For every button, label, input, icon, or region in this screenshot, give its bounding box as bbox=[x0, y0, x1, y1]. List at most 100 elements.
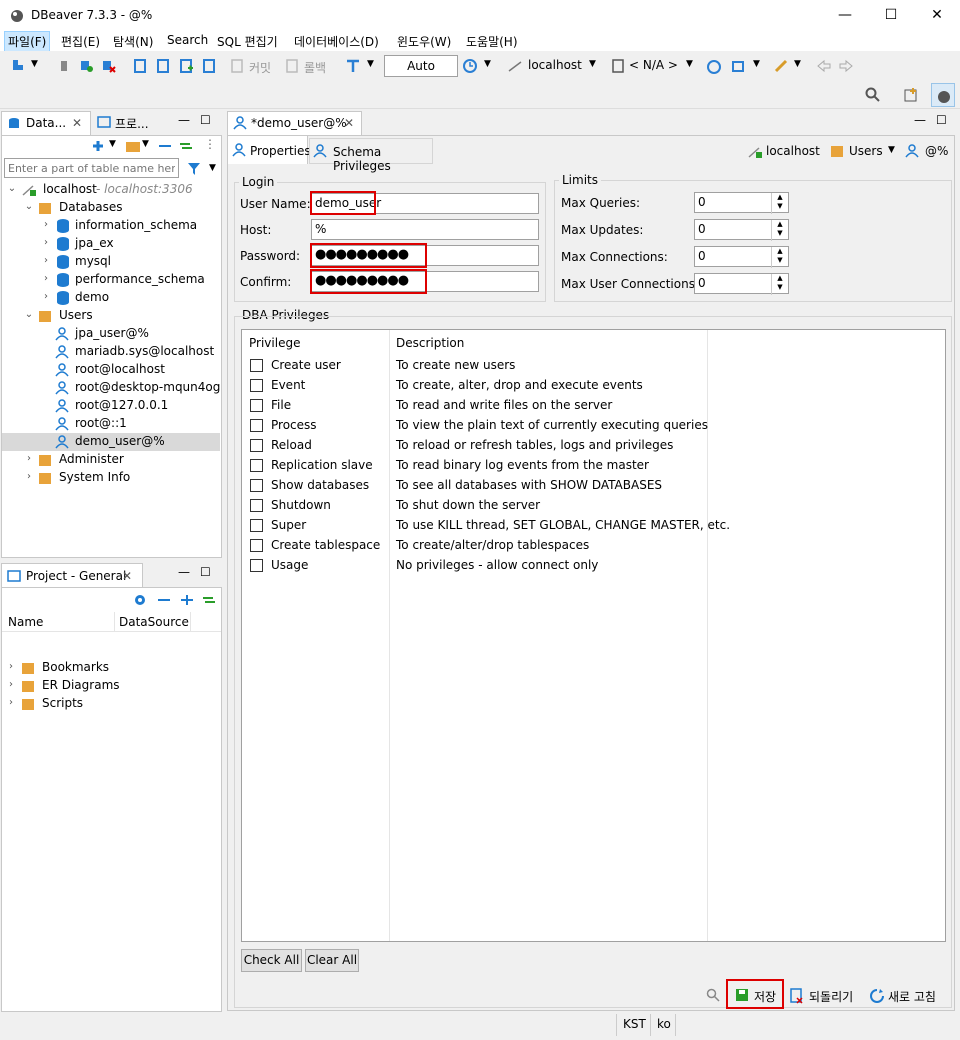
breadcrumb-connection[interactable]: localhost bbox=[766, 144, 820, 158]
settings-icon[interactable] bbox=[132, 592, 148, 608]
active-schema-selector[interactable]: < N/A > bbox=[629, 58, 678, 72]
save-button[interactable]: 저장 bbox=[726, 979, 784, 1009]
collapse-all-icon[interactable] bbox=[157, 138, 173, 154]
privilege-checkbox[interactable] bbox=[250, 539, 263, 552]
tree-user-item[interactable]: jpa_user@% bbox=[2, 325, 220, 343]
collapse-all-icon[interactable] bbox=[156, 592, 172, 608]
column-name-header[interactable]: Name bbox=[8, 615, 43, 629]
tree-user-item[interactable]: demo_user@% bbox=[2, 433, 220, 451]
limit-spinner[interactable]: 0 ▲ ▼ bbox=[694, 246, 789, 268]
dropdown-arrow-icon[interactable]: ▼ bbox=[142, 139, 149, 149]
commit-label[interactable]: 커밋 bbox=[249, 59, 271, 76]
chevron-right-icon[interactable]: › bbox=[6, 679, 16, 690]
tree-user-item[interactable]: root@localhost bbox=[2, 361, 220, 379]
close-icon[interactable]: ✕ bbox=[344, 116, 354, 130]
refresh-icon[interactable] bbox=[869, 988, 885, 1004]
new-connection-icon[interactable] bbox=[10, 58, 26, 74]
maximize-icon[interactable]: ☐ bbox=[200, 113, 211, 127]
new-folder-icon[interactable] bbox=[125, 138, 141, 154]
history-icon[interactable] bbox=[462, 58, 478, 74]
disconnect-icon[interactable] bbox=[100, 58, 116, 74]
reconnect-icon[interactable] bbox=[78, 58, 94, 74]
column-description-header[interactable]: Description bbox=[396, 336, 464, 350]
project-item[interactable]: › Scripts bbox=[2, 695, 220, 713]
chevron-right-icon[interactable]: › bbox=[41, 255, 51, 266]
transaction-mode-icon[interactable] bbox=[345, 58, 361, 74]
chevron-right-icon[interactable]: › bbox=[6, 697, 16, 708]
back-icon[interactable] bbox=[816, 58, 832, 74]
tab-properties[interactable]: Properties bbox=[228, 136, 311, 164]
tab-project[interactable]: 프로... bbox=[94, 111, 162, 135]
privilege-checkbox[interactable] bbox=[250, 459, 263, 472]
link-editor-icon[interactable] bbox=[178, 138, 194, 154]
tree-localhost[interactable]: ⌄ localhost - localhost:3306 bbox=[2, 181, 220, 199]
spinner-arrows-icon[interactable]: ▲ ▼ bbox=[771, 220, 788, 241]
tree-user-item[interactable]: root@127.0.0.1 bbox=[2, 397, 220, 415]
privilege-checkbox[interactable] bbox=[250, 559, 263, 572]
dropdown-arrow-icon[interactable]: ▼ bbox=[209, 163, 216, 173]
tree-database-item[interactable]: › demo bbox=[2, 289, 220, 307]
project-item[interactable]: › Bookmarks bbox=[2, 659, 220, 677]
host-field[interactable]: % bbox=[311, 219, 539, 240]
filter-icon[interactable] bbox=[186, 161, 202, 177]
chevron-right-icon[interactable]: › bbox=[24, 453, 34, 464]
chevron-down-icon[interactable]: ⌄ bbox=[7, 183, 17, 194]
open-script-icon[interactable] bbox=[201, 58, 217, 74]
dashboard-icon[interactable] bbox=[706, 58, 722, 74]
tools-icon[interactable] bbox=[730, 58, 746, 74]
dropdown-arrow-icon[interactable]: ▼ bbox=[686, 59, 693, 69]
transaction-icon[interactable] bbox=[132, 58, 148, 74]
commit-mode-button[interactable]: Auto bbox=[384, 55, 458, 77]
spinner-arrows-icon[interactable]: ▲ ▼ bbox=[771, 274, 788, 295]
refresh-button[interactable]: 새로 고침 bbox=[888, 988, 936, 1005]
tab-database-navigator[interactable]: Data... ✕ bbox=[1, 111, 91, 135]
close-icon[interactable]: ✕ bbox=[72, 116, 82, 130]
privilege-checkbox[interactable] bbox=[250, 439, 263, 452]
privilege-checkbox[interactable] bbox=[250, 359, 263, 372]
dropdown-arrow-icon[interactable]: ▼ bbox=[753, 59, 760, 69]
chevron-right-icon[interactable]: › bbox=[41, 273, 51, 284]
forward-icon[interactable] bbox=[838, 58, 854, 74]
column-privilege-header[interactable]: Privilege bbox=[249, 336, 300, 350]
breadcrumb-users[interactable]: Users bbox=[849, 144, 883, 158]
privilege-checkbox[interactable] bbox=[250, 519, 263, 532]
chevron-down-icon[interactable]: ⌄ bbox=[24, 201, 34, 212]
limit-spinner[interactable]: 0 ▲ ▼ bbox=[694, 219, 789, 241]
new-connection-icon[interactable] bbox=[90, 138, 106, 154]
privilege-checkbox[interactable] bbox=[250, 499, 263, 512]
tree-user-item[interactable]: root@desktop-mqun4og bbox=[2, 379, 220, 397]
maximize-icon[interactable]: ☐ bbox=[936, 113, 947, 127]
revert-button[interactable]: 되돌리기 bbox=[809, 988, 853, 1005]
tree-databases[interactable]: ⌄ Databases bbox=[2, 199, 220, 217]
dropdown-arrow-icon[interactable]: ▼ bbox=[794, 59, 801, 69]
menu-file[interactable]: 파일(F) bbox=[4, 31, 51, 52]
open-perspective-icon[interactable] bbox=[903, 87, 919, 103]
maximize-icon[interactable]: ☐ bbox=[200, 565, 211, 579]
editor-tab-demo-user[interactable]: *demo_user@% ✕ bbox=[227, 111, 362, 135]
revert-icon[interactable] bbox=[790, 988, 804, 1004]
tab-schema-privileges[interactable]: Schema Privileges bbox=[309, 138, 433, 173]
check-all-button[interactable]: Check All bbox=[241, 949, 302, 972]
privilege-checkbox[interactable] bbox=[250, 399, 263, 412]
tree-database-item[interactable]: › information_schema bbox=[2, 217, 220, 235]
expand-icon[interactable] bbox=[179, 592, 195, 608]
dropdown-arrow-icon[interactable]: ▼ bbox=[109, 139, 116, 149]
tree-database-item[interactable]: › jpa_ex bbox=[2, 235, 220, 253]
close-icon[interactable]: ✕ bbox=[122, 569, 132, 583]
search-icon[interactable] bbox=[865, 87, 881, 103]
tree-database-item[interactable]: › performance_schema bbox=[2, 271, 220, 289]
limit-spinner[interactable]: 0 ▲ ▼ bbox=[694, 192, 789, 214]
dropdown-arrow-icon[interactable]: ▼ bbox=[888, 145, 895, 155]
tab-project-general[interactable]: Project - General ✕ bbox=[1, 563, 143, 587]
dropdown-arrow-icon[interactable]: ▼ bbox=[31, 59, 38, 69]
table-filter-input[interactable] bbox=[4, 158, 179, 178]
dropdown-arrow-icon[interactable]: ▼ bbox=[589, 59, 596, 69]
menu-database[interactable]: 데이터베이스(D) bbox=[294, 33, 379, 50]
spinner-arrows-icon[interactable]: ▲ ▼ bbox=[771, 247, 788, 268]
close-button[interactable]: ✕ bbox=[914, 0, 960, 30]
column-datasource-header[interactable]: DataSource bbox=[119, 615, 189, 629]
spinner-arrows-icon[interactable]: ▲ ▼ bbox=[771, 193, 788, 214]
privilege-checkbox[interactable] bbox=[250, 479, 263, 492]
tree-user-item[interactable]: root@::1 bbox=[2, 415, 220, 433]
chevron-right-icon[interactable]: › bbox=[41, 291, 51, 302]
